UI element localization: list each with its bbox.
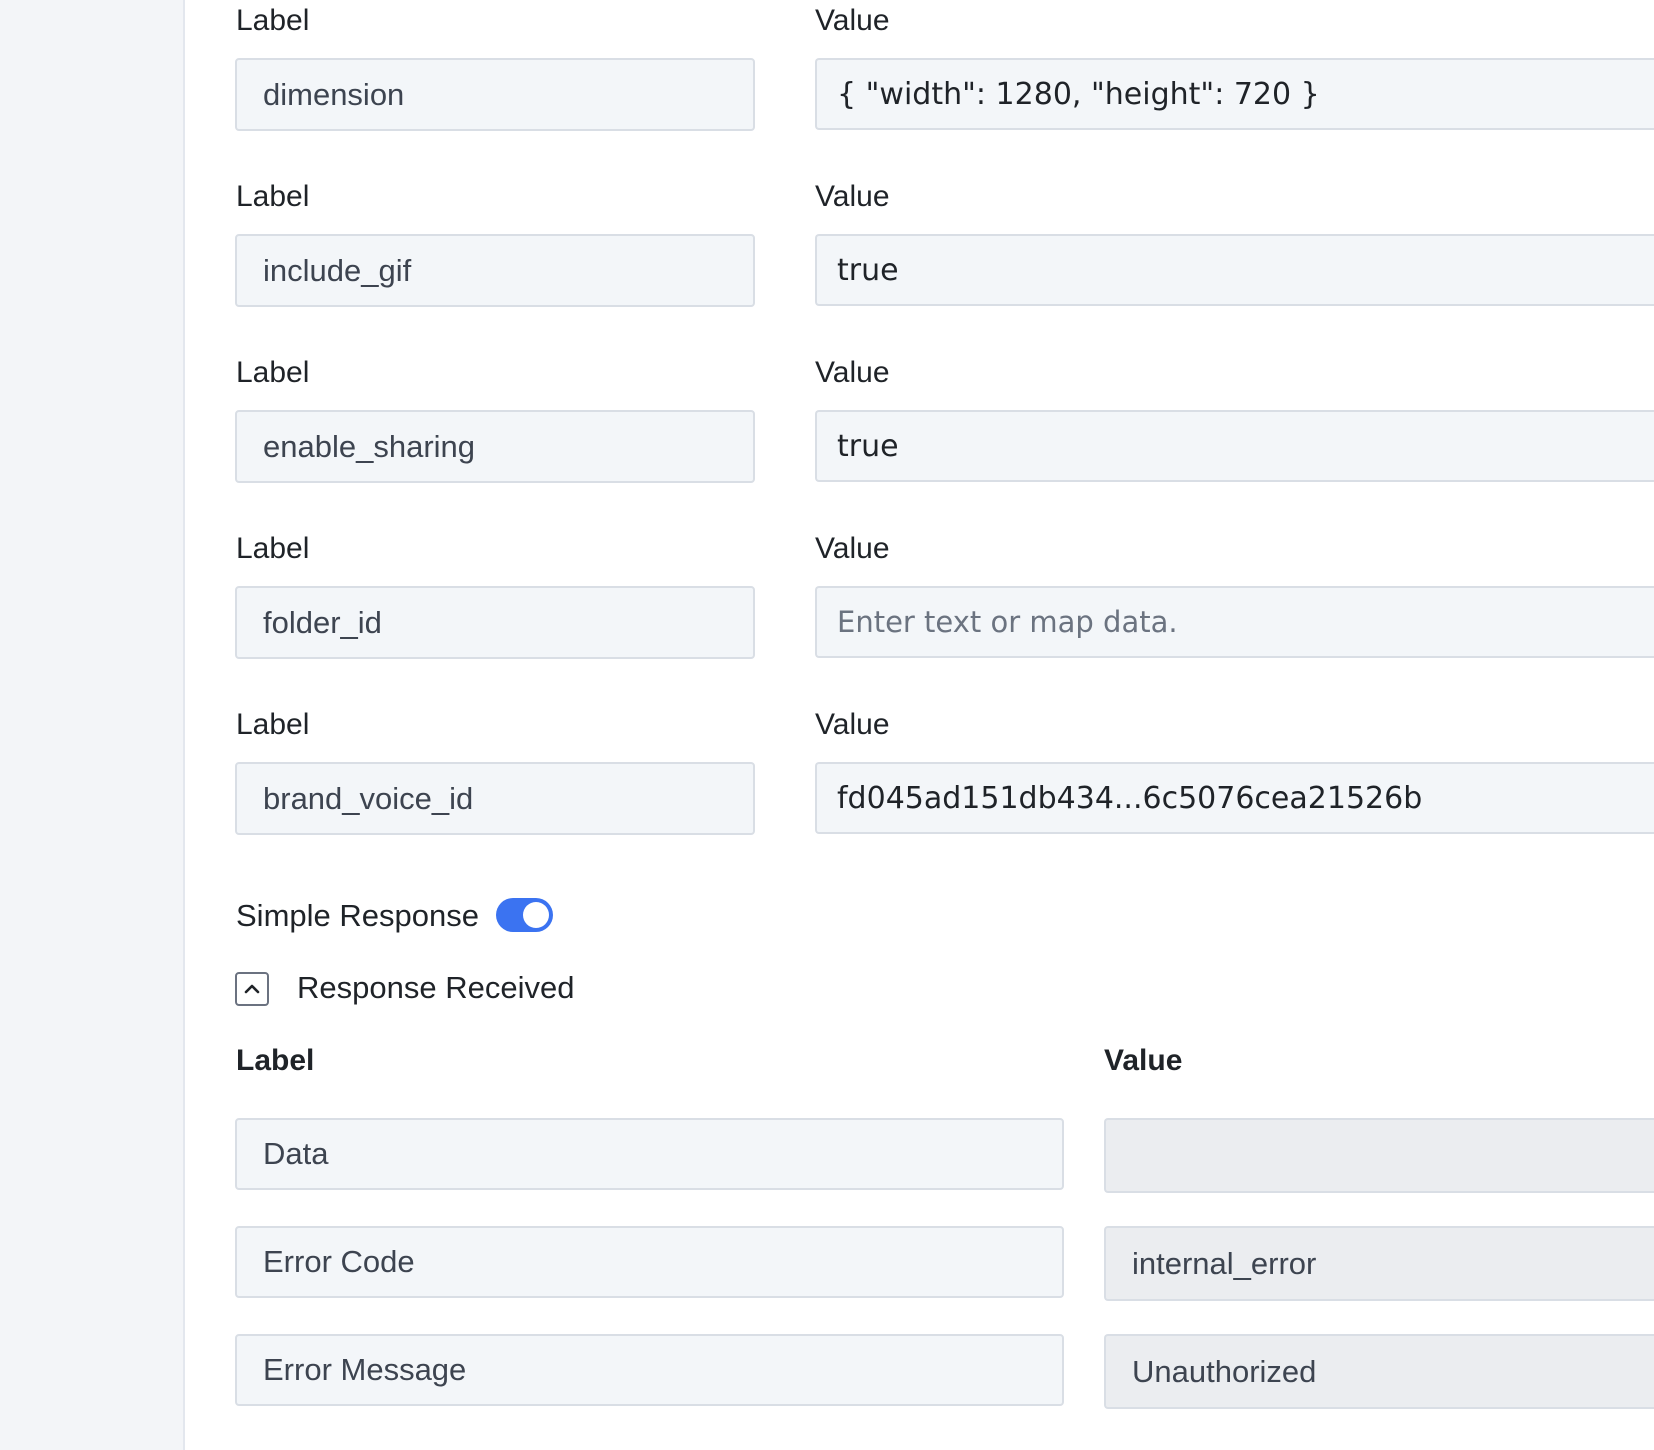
simple-response-toggle[interactable] [496, 898, 553, 932]
param-value-heading: Value [815, 4, 890, 37]
param-value-heading: Value [815, 532, 890, 565]
response-value-field: internal_error [1104, 1226, 1654, 1301]
param-label-field[interactable]: folder_id [235, 586, 755, 659]
chevron-up-icon [244, 984, 260, 994]
param-label-field[interactable]: include_gif [235, 234, 755, 307]
param-value-field[interactable]: true [815, 410, 1654, 482]
param-value-heading: Value [815, 708, 890, 741]
param-label-heading: Label [236, 356, 310, 389]
param-value-field[interactable]: true [815, 234, 1654, 306]
collapse-button[interactable] [235, 972, 269, 1006]
param-label-field[interactable]: brand_voice_id [235, 762, 755, 835]
response-value-field: Unauthorized [1104, 1334, 1654, 1409]
param-label-heading: Label [236, 708, 310, 741]
response-label-heading: Label [236, 1044, 315, 1077]
param-label-heading: Label [236, 4, 310, 37]
sidebar-gutter [0, 0, 183, 1450]
response-received-title: Response Received [297, 970, 575, 1005]
response-value-field [1104, 1118, 1654, 1193]
param-label-heading: Label [236, 180, 310, 213]
param-value-input[interactable]: Enter text or map data. [815, 586, 1654, 658]
response-label-field[interactable]: Error Message [235, 1334, 1064, 1406]
param-value-heading: Value [815, 356, 890, 389]
simple-response-label: Simple Response [236, 898, 479, 933]
toggle-knob [523, 902, 549, 928]
param-value-field[interactable]: fd045ad151db434...6c5076cea21526b [815, 762, 1654, 834]
response-label-field[interactable]: Error Code [235, 1226, 1064, 1298]
response-label-field[interactable]: Data [235, 1118, 1064, 1190]
param-label-field[interactable]: enable_sharing [235, 410, 755, 483]
param-label-heading: Label [236, 532, 310, 565]
param-value-heading: Value [815, 180, 890, 213]
param-label-field[interactable]: dimension [235, 58, 755, 131]
param-value-field[interactable]: { "width": 1280, "height": 720 } [815, 58, 1654, 130]
response-value-heading: Value [1104, 1044, 1183, 1077]
